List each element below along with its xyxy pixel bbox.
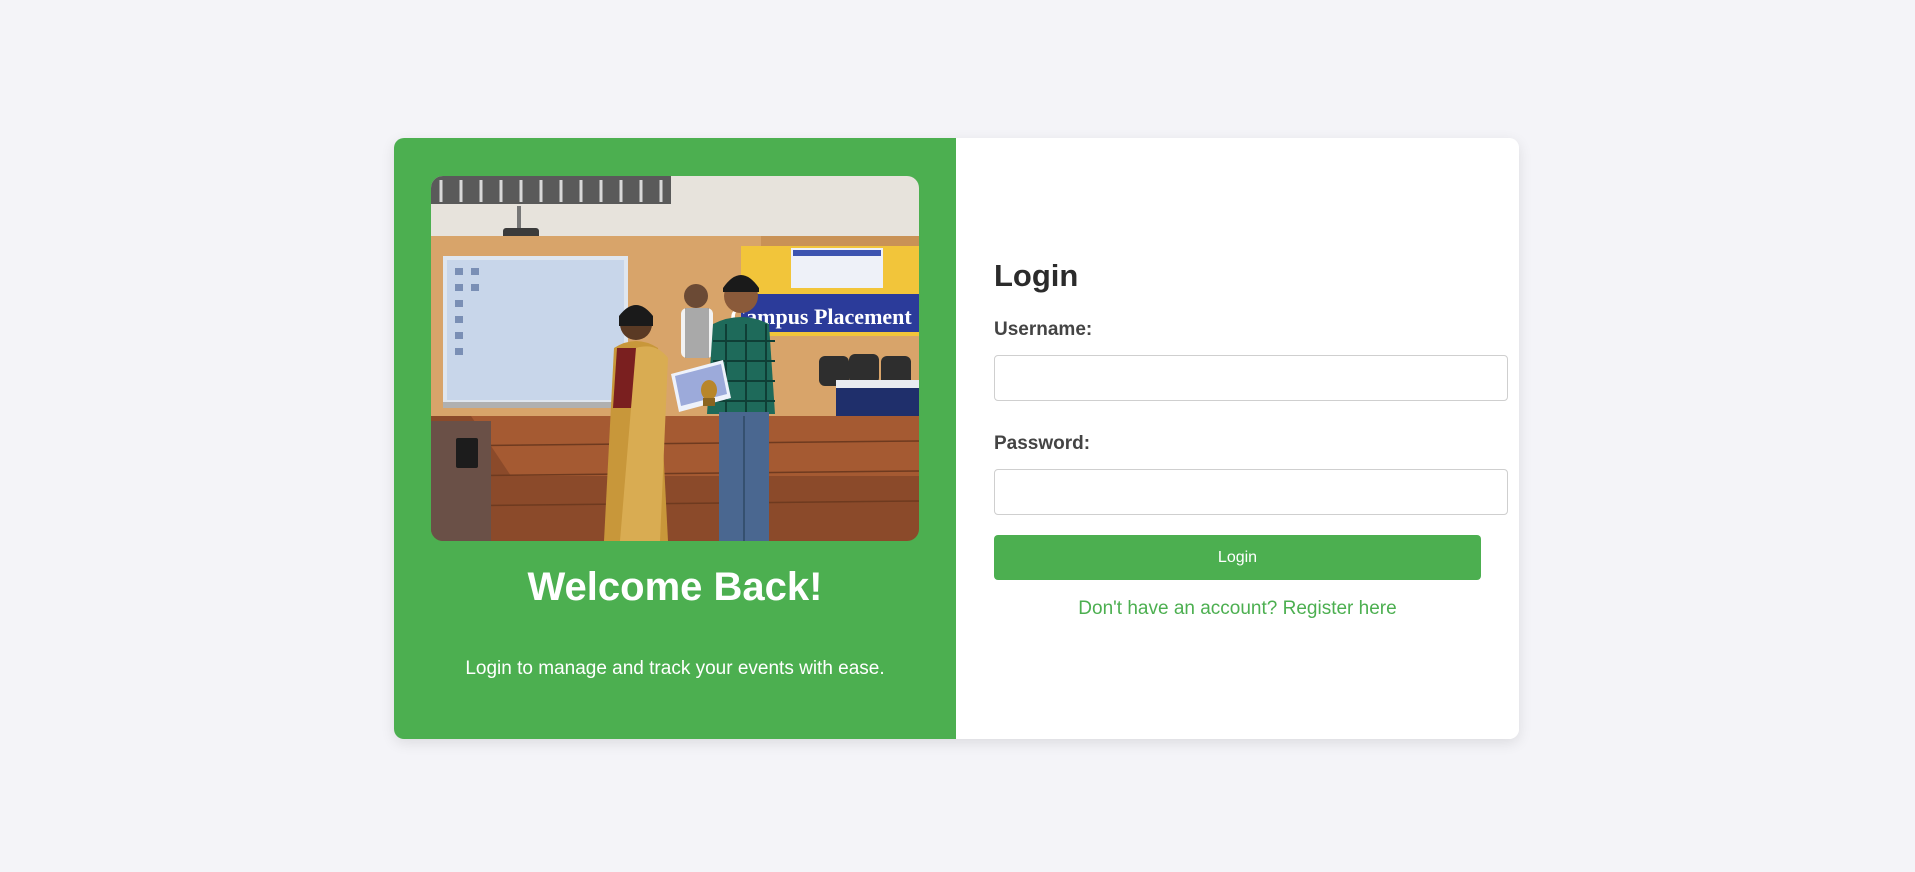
username-label: Username: <box>994 319 1093 340</box>
username-input[interactable] <box>994 355 1508 401</box>
login-title: Login <box>994 258 1079 293</box>
welcome-tagline: Login to manage and track your events wi… <box>465 658 885 679</box>
login-button[interactable]: Login <box>994 535 1481 580</box>
register-link[interactable]: Don't have an account? Register here <box>994 598 1481 620</box>
welcome-panel: Campus Placement Welcome Back! Login to … <box>394 138 956 739</box>
event-photo: Campus Placement <box>431 176 919 541</box>
password-input[interactable] <box>994 469 1508 515</box>
welcome-heading: Welcome Back! <box>527 565 823 609</box>
login-card: Campus Placement Welcome Back! Login to … <box>394 138 1519 739</box>
event-photo-image: Campus Placement <box>431 176 919 541</box>
login-form-panel: Login Username: Password: Login Don't ha… <box>956 138 1519 739</box>
password-label: Password: <box>994 433 1091 454</box>
